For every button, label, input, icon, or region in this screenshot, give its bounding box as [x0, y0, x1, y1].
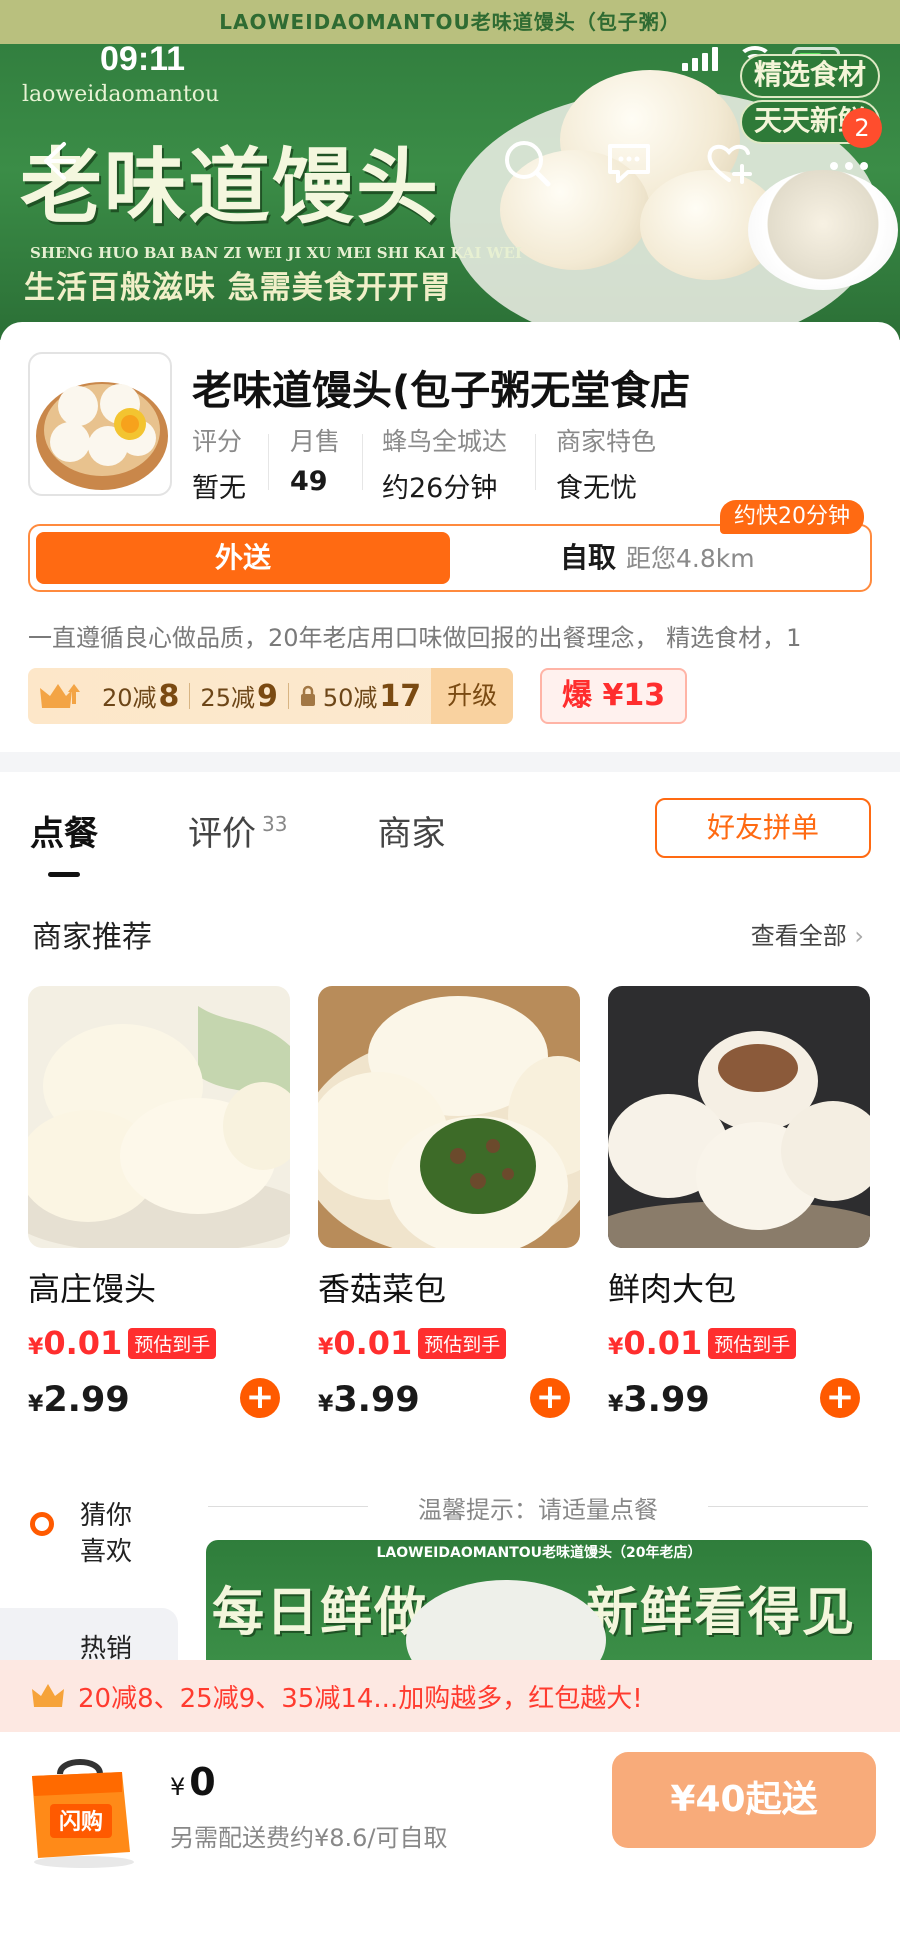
product-name: 香菇菜包 — [318, 1270, 447, 1308]
cart-total: ¥0 — [170, 1760, 216, 1804]
signal-icon — [682, 47, 718, 71]
stat-delivery-time: 蜂鸟全城达 约26分钟 — [382, 427, 508, 504]
bag-label: 闪购 — [59, 1809, 103, 1835]
shop-thumbnail[interactable] — [28, 352, 172, 496]
discount-bar[interactable]: 20减 8 25减 9 50减 17 升级 — [28, 668, 514, 724]
tab-merchant[interactable]: 商家 — [377, 806, 445, 855]
pickup-tab[interactable]: 自取 距您4.8km — [560, 526, 755, 591]
product-card[interactable]: 香菇菜包 ¥0.01 预估到手 ¥3.99 + — [318, 986, 580, 1420]
banner-strip: LAOWEIDAOMANTOU老味道馒头（包子粥） — [0, 0, 900, 44]
group-order-button[interactable]: 好友拼单 — [655, 798, 871, 858]
target-icon — [30, 1512, 54, 1536]
chat-icon[interactable] — [602, 136, 656, 190]
slogan-english: SHENG HUO BAI BAN ZI WEI JI XU MEI SHI K… — [30, 244, 522, 262]
coupon-hint-bar[interactable]: 20减8、25减9、35减14...加购越多，红包越大! — [0, 1660, 900, 1732]
delivery-fee-note: 另需配送费约¥8.6/可自取 — [170, 1824, 448, 1852]
tab-reviews[interactable]: 评价 33 — [188, 806, 287, 855]
ordering-tip: 温馨提示：请适量点餐 — [208, 1490, 868, 1525]
lock-icon — [300, 685, 315, 706]
search-icon[interactable] — [500, 136, 554, 190]
discount-item: 25减 9 — [200, 679, 278, 714]
recommend-title: 商家推荐 — [32, 920, 152, 955]
pickup-distance: 距您4.8km — [626, 544, 755, 573]
product-name: 高庄馒头 — [28, 1270, 157, 1308]
add-to-cart-button[interactable]: + — [530, 1378, 570, 1418]
shop-name: 老味道馒头(包子粥无堂食店 — [192, 368, 691, 414]
shop-description[interactable]: 一直遵循良心做品质，20年老店用口味做回报的出餐理念， 精选食材，1 — [28, 618, 878, 653]
discount-item: 20减 8 — [102, 679, 180, 714]
notification-badge: 2 — [842, 108, 882, 148]
stat-feature: 商家特色 食无忧 — [556, 427, 657, 504]
chevron-right-icon: › — [854, 922, 864, 950]
product-image[interactable] — [608, 986, 870, 1248]
add-to-cart-button[interactable]: + — [820, 1378, 860, 1418]
product-card[interactable]: 高庄馒头 ¥0.01 预估到手 ¥2.99 + — [28, 986, 290, 1420]
banner-badge: 精选食材 — [740, 54, 880, 98]
delivery-mode-toggle: 外送 自取 距您4.8km — [28, 524, 872, 592]
back-arrow-icon[interactable] — [30, 134, 84, 188]
product-name: 鲜肉大包 — [608, 1270, 737, 1308]
shopping-bag-icon[interactable]: 闪购 — [22, 1752, 142, 1870]
see-all-link[interactable]: 查看全部 › — [751, 916, 864, 951]
slogan: 生活百般滋味 急需美食开开胃 — [24, 270, 452, 306]
stat-divider — [268, 434, 269, 490]
favorite-icon[interactable] — [702, 136, 756, 190]
tab-order[interactable]: 点餐 — [30, 806, 98, 877]
discount-item: 50减 17 — [289, 678, 431, 714]
checkout-button[interactable]: ¥40起送 — [612, 1752, 876, 1848]
product-promo: ¥0.01 预估到手 — [608, 1324, 870, 1362]
stat-monthly-sales: 月售 49 — [290, 427, 341, 497]
status-time: 09:11 — [100, 40, 186, 78]
shop-banner: LAOWEIDAOMANTOU老味道馒头（包子粥） 09:11 精选食材 天天新… — [0, 0, 900, 340]
vip-crown-icon — [28, 680, 92, 712]
brand-english: laoweidaomantou — [22, 82, 220, 107]
shop-card: 老味道馒头(包子粥无堂食店 评分 暂无 月售 49 蜂鸟全城达 约26分钟 商家特色食… — [0, 322, 900, 752]
cart-bar: 闪购 ¥0 另需配送费约¥8.6/可自取 ¥40起送 — [0, 1732, 900, 1948]
category-guess[interactable]: 猜你 喜欢 — [0, 1470, 178, 1596]
product-image[interactable] — [318, 986, 580, 1248]
product-promo: ¥0.01 预估到手 — [28, 1324, 290, 1362]
product-promo: ¥0.01 预估到手 — [318, 1324, 580, 1362]
tab-bar: 点餐 评价 33 商家 — [30, 806, 535, 877]
product-image[interactable] — [28, 986, 290, 1248]
menu-banner: LAOWEIDAOMANTOU老味道馒头（20年老店） 每日鲜做 新鲜看得见 — [206, 1540, 872, 1680]
product-card[interactable]: 鲜肉大包 ¥0.01 预估到手 ¥3.99 + — [608, 986, 870, 1420]
stat-divider — [535, 434, 536, 490]
stat-divider — [362, 434, 363, 490]
hot-coupon[interactable]: 爆 ¥13 — [540, 668, 688, 724]
delivery-tab[interactable]: 外送 — [36, 532, 450, 584]
upgrade-button[interactable]: 升级 — [431, 668, 514, 724]
add-to-cart-button[interactable]: + — [240, 1378, 280, 1418]
stat-rating: 评分 暂无 — [192, 427, 246, 504]
crown-icon — [32, 1684, 64, 1707]
faster-tag: 约快20分钟 — [720, 500, 864, 534]
